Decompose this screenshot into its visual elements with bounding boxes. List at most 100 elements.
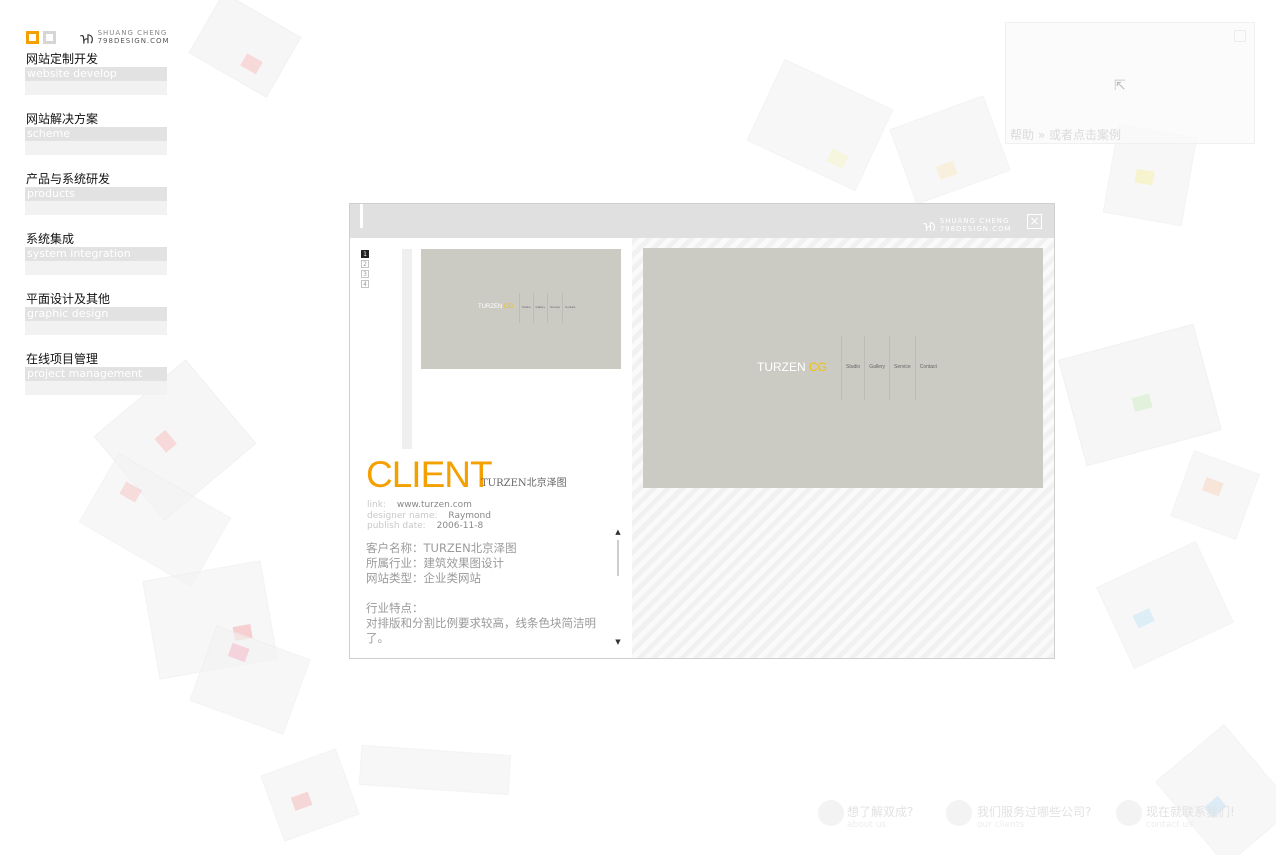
preview-nav-item: Service [889, 336, 915, 400]
meta-date: publish date: 2006-11-8 [367, 521, 483, 532]
preview-nav-item: Gallery [864, 336, 889, 400]
thumbnail-strip [402, 249, 412, 449]
modal-header: ᡅ SHUANG CHENG 798DESIGN.COM × [350, 204, 1054, 238]
desc-gap [366, 586, 611, 601]
about-link[interactable]: 想了解双成? about us [847, 803, 913, 830]
contact-icon [1116, 800, 1142, 826]
clients-link-sub: our clients [977, 820, 1025, 830]
meta-link-value[interactable]: www.turzen.com [397, 500, 472, 510]
preview-pane: TURZEN CG Studio Gallery Service Contact [632, 238, 1054, 658]
case-description: 客户名称：TURZEN北京泽图 所属行业：建筑效果图设计 网站类型：企业类网站 … [366, 541, 611, 651]
menu-item-bar [25, 81, 167, 95]
menu-item-cn: 产品与系统研发 [26, 172, 111, 186]
background-case-card [1170, 450, 1260, 540]
meta-date-value: 2006-11-8 [436, 521, 484, 531]
background-case-card [358, 744, 512, 796]
close-button[interactable]: × [1027, 214, 1042, 229]
about-icon [818, 800, 844, 826]
thumb-logo-accent: CG [504, 304, 514, 310]
page-button-4[interactable]: 4 [361, 280, 369, 288]
meta-designer-value: Raymond [448, 511, 491, 521]
clients-link[interactable]: 我们服务过哪些公司? our clients [977, 803, 1091, 830]
page-selector: 1 2 3 4 [361, 250, 369, 290]
preview-logo-accent: CG [809, 360, 828, 374]
preview-site-nav: Studio Gallery Service Contact [841, 336, 941, 400]
brand-mark-icon: ᡅ [923, 220, 937, 236]
desc-site-type: 网站类型：企业类网站 [366, 571, 481, 585]
cursor-icon: ⇱ [1114, 78, 1126, 94]
meta-link: link: www.turzen.com [367, 500, 472, 511]
scrollbar-thumb[interactable] [617, 540, 619, 576]
desc-feature-title: 行业特点： [366, 601, 424, 615]
case-info-pane: 1 2 3 4 TURZEN CG Studio Gallery Service… [350, 238, 632, 658]
page: ᡅ SHUANG CHENG 798DESIGN.COM 网站定制开发 webs… [0, 0, 1276, 855]
menu-item-website-develop[interactable]: 网站定制开发 website develop [25, 52, 167, 112]
clients-icon [946, 800, 972, 826]
main-menu: 网站定制开发 website develop 网站解决方案 scheme 产品与… [25, 52, 167, 412]
preview-logo-text: TURZEN [757, 360, 806, 374]
modal-brand-text: SHUANG CHENG 798DESIGN.COM [940, 217, 1012, 233]
menu-item-graphic-design[interactable]: 平面设计及其他 graphic design [25, 292, 167, 352]
clients-link-label: 我们服务过哪些公司? [977, 805, 1092, 819]
brand-line1: SHUANG CHENG [97, 29, 168, 37]
case-detail-modal: ᡅ SHUANG CHENG 798DESIGN.COM × 1 2 3 4 T… [349, 203, 1055, 659]
background-case-card [746, 58, 894, 192]
help-panel: ⇱ 帮助 » 或者点击案例 [1005, 22, 1255, 144]
modal-brand: ᡅ SHUANG CHENG 798DESIGN.COM [923, 213, 1012, 237]
menu-item-bar [25, 201, 167, 215]
meta-link-label: link: [367, 500, 386, 510]
about-link-label: 想了解双成? [847, 805, 914, 819]
thumb-nav-item: Service [547, 293, 562, 323]
menu-item-cn: 在线项目管理 [26, 352, 99, 366]
thumb-nav-item: Contact [562, 293, 577, 323]
page-button-1[interactable]: 1 [361, 250, 369, 258]
menu-item-cn: 网站定制开发 [26, 52, 99, 66]
menu-item-project-management[interactable]: 在线项目管理 project management [25, 352, 167, 412]
menu-item-bar [25, 381, 167, 395]
scroll-down-arrow-icon[interactable]: ▼ [614, 638, 622, 646]
client-name: TURZEN北京泽图 [481, 478, 567, 489]
contact-link[interactable]: 现在就联系我们! contact us [1146, 803, 1235, 830]
thumb-nav-item: Studio [519, 293, 533, 323]
menu-item-products[interactable]: 产品与系统研发 products [25, 172, 167, 232]
thumb-nav-item: Gallery [532, 293, 548, 323]
desc-customer: 客户名称：TURZEN北京泽图 [366, 541, 517, 555]
help-close-icon[interactable] [1234, 30, 1246, 42]
menu-item-scheme[interactable]: 网站解决方案 scheme [25, 112, 167, 172]
page-button-3[interactable]: 3 [361, 270, 369, 278]
menu-item-system-integration[interactable]: 系统集成 system integration [25, 232, 167, 292]
background-case-card [1155, 723, 1276, 855]
help-text[interactable]: 帮助 » 或者点击案例 [1010, 126, 1121, 143]
menu-item-en: project management [25, 367, 167, 381]
about-link-sub: about us [847, 820, 887, 830]
brand-line2: 798DESIGN.COM [97, 37, 170, 45]
grey-square-icon [43, 30, 56, 44]
meta-designer-label: designer name: [367, 511, 438, 521]
menu-item-bar [25, 261, 167, 275]
header-tick [360, 204, 363, 228]
case-preview-image[interactable]: TURZEN CG Studio Gallery Service Contact [643, 248, 1043, 488]
brand-mark-icon: ᡅ [80, 31, 95, 49]
scroll-up-arrow-icon[interactable]: ▲ [614, 528, 622, 536]
background-case-card [1096, 540, 1234, 670]
background-case-card [1058, 323, 1222, 467]
brand-line2: 798DESIGN.COM [939, 225, 1012, 233]
menu-item-en: website develop [25, 67, 167, 81]
preview-nav-item: Studio [841, 336, 864, 400]
background-case-card [889, 95, 1011, 205]
case-thumbnail[interactable]: TURZEN CG Studio Gallery Service Contact [421, 249, 621, 369]
site-logo[interactable]: ᡅ SHUANG CHENG 798DESIGN.COM [26, 24, 170, 50]
desc-feature-text: 了。 [366, 631, 389, 645]
preview-site-logo: TURZEN CG [757, 360, 827, 374]
thumb-site-logo: TURZEN CG [478, 304, 513, 310]
menu-item-cn: 平面设计及其他 [26, 292, 111, 306]
menu-item-en: graphic design [25, 307, 167, 321]
background-case-card [260, 748, 360, 842]
brand: ᡅ SHUANG CHENG 798DESIGN.COM [80, 24, 170, 50]
menu-item-bar [25, 321, 167, 335]
meta-date-label: publish date: [367, 521, 426, 531]
contact-link-sub: contact us [1146, 820, 1193, 830]
page-button-2[interactable]: 2 [361, 260, 369, 268]
menu-item-cn: 网站解决方案 [26, 112, 99, 126]
menu-item-en: system integration [25, 247, 167, 261]
